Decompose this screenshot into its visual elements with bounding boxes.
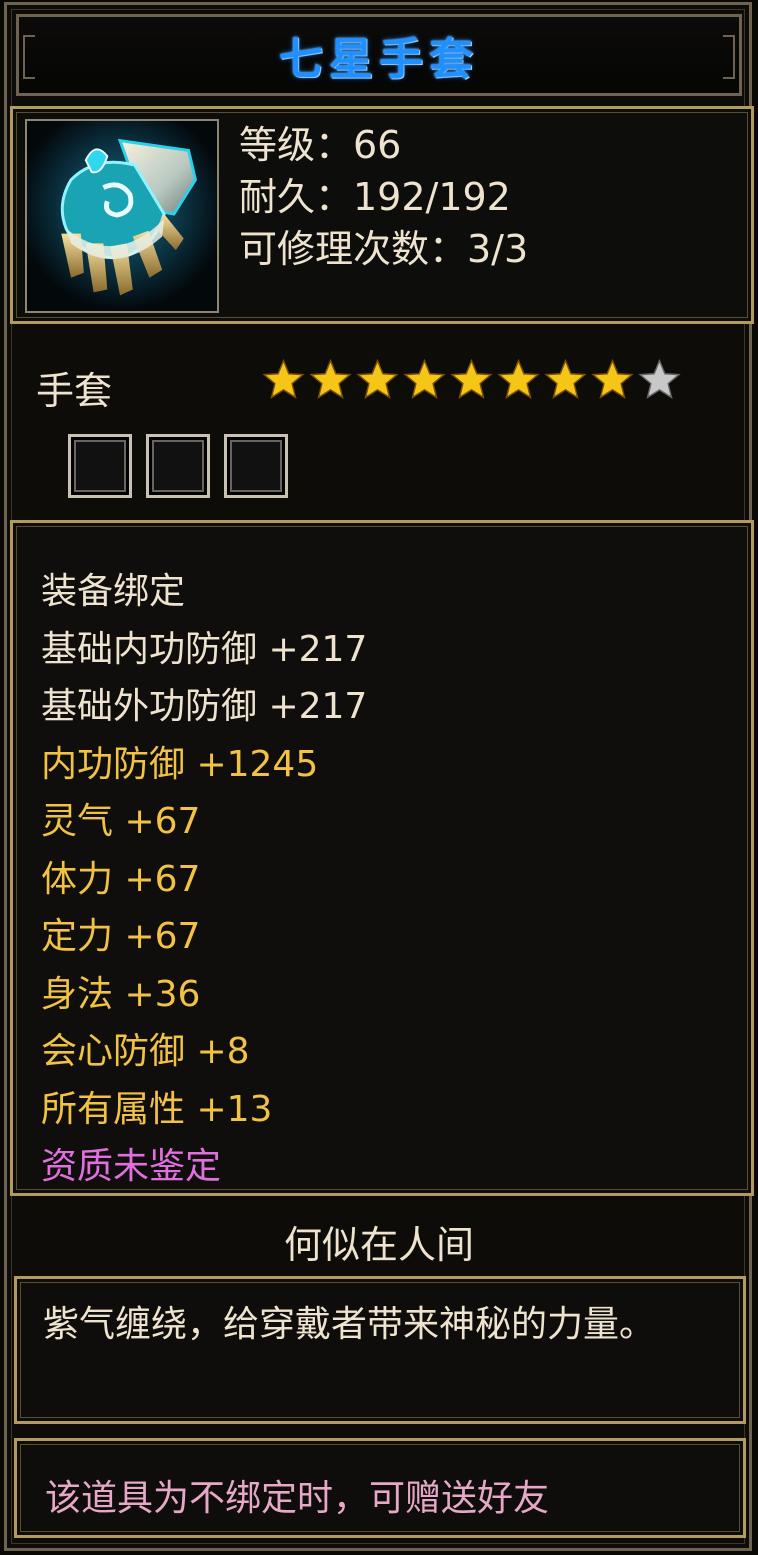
gift-note-panel: 该道具为不绑定时，可赠送好友 <box>14 1438 746 1538</box>
attribute-line: 内功防御 +1245 <box>41 743 319 785</box>
attribute-line: 装备绑定 <box>41 571 186 612</box>
item-durability: 耐久：192/192 <box>239 175 511 219</box>
attribute-line: 基础外功防御 +217 <box>41 686 368 727</box>
star-icon-empty <box>638 358 681 399</box>
attribute-line: 所有属性 +13 <box>41 1088 273 1130</box>
star-icon-filled <box>450 358 493 399</box>
title-ornament-right <box>723 35 735 79</box>
item-basic-stats: 等级：66 耐久：192/192 可修理次数：3/3 <box>239 119 528 275</box>
attribute-line: 定力 +67 <box>41 916 201 957</box>
gauntlet-icon <box>25 119 219 313</box>
attribute-line: 会心防御 +8 <box>41 1031 250 1072</box>
title-ornament-left <box>23 35 35 79</box>
star-icon-filled <box>262 358 305 399</box>
item-repair-count: 可修理次数：3/3 <box>239 227 529 271</box>
set-name: 何似在人间 <box>283 1223 474 1267</box>
attribute-line: 资质未鉴定 <box>41 1146 222 1187</box>
star-icon-filled <box>356 358 399 399</box>
attributes-panel: 装备绑定基础内功防御 +217 基础外功防御 +217 内功防御 +1245 灵气 +… <box>10 520 754 1196</box>
star-icon-filled <box>497 358 540 399</box>
attribute-line: 身法 +36 <box>41 973 201 1015</box>
item-description: 紫气缠绕，给穿戴者带来神秘的力量。 <box>43 1304 656 1345</box>
star-rating <box>262 358 681 401</box>
description-panel: 紫气缠绕，给穿戴者带来神秘的力量。 <box>14 1276 746 1424</box>
item-type: 手套 <box>36 369 113 413</box>
attribute-list: 装备绑定基础内功防御 +217 基础外功防御 +217 内功防御 +1245 灵气 +… <box>41 563 367 1196</box>
star-icon-filled <box>403 358 446 399</box>
star-icon-filled <box>591 358 634 399</box>
attribute-line: 体力 +67 <box>41 858 201 900</box>
gem-socket-icon[interactable] <box>224 434 288 498</box>
item-title-bar: 七星手套 <box>16 14 742 96</box>
star-icon-filled <box>544 358 587 399</box>
star-icon-filled <box>309 358 352 399</box>
gift-note: 该道具为不绑定时，可赠送好友 <box>45 1478 550 1519</box>
attribute-line: 灵气 +67 <box>41 801 201 842</box>
gem-socket-icon[interactable] <box>146 434 210 498</box>
item-name: 七星手套 <box>279 34 479 85</box>
attribute-line: 基础内功防御 +217 <box>41 628 368 670</box>
gem-sockets <box>68 434 288 498</box>
item-level: 等级：66 <box>239 123 402 167</box>
item-summary-panel: 等级：66 耐久：192/192 可修理次数：3/3 <box>10 106 754 324</box>
gem-socket-icon[interactable] <box>68 434 132 498</box>
